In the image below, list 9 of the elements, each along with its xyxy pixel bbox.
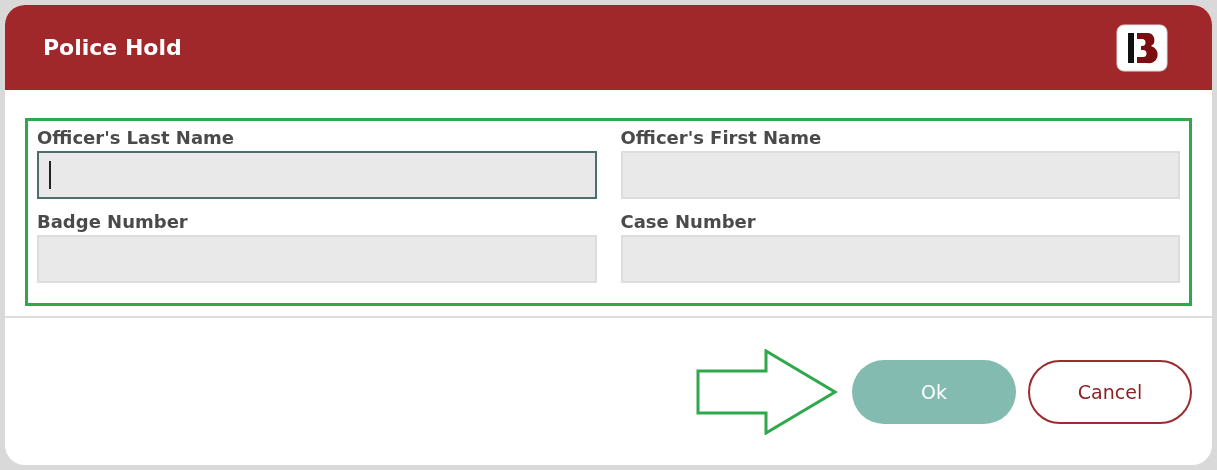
field-label: Officer's First Name bbox=[620, 126, 823, 150]
logo-icon bbox=[1116, 23, 1168, 72]
dialog-title: Police Hold bbox=[43, 35, 182, 60]
field-label: Badge Number bbox=[37, 210, 189, 234]
arrow-annotation-icon bbox=[696, 348, 838, 435]
field-label: Case Number bbox=[620, 210, 757, 234]
cancel-button[interactable]: Cancel bbox=[1028, 359, 1192, 424]
input-field[interactable] bbox=[37, 151, 597, 199]
field-label: Officer's Last Name bbox=[37, 126, 235, 150]
